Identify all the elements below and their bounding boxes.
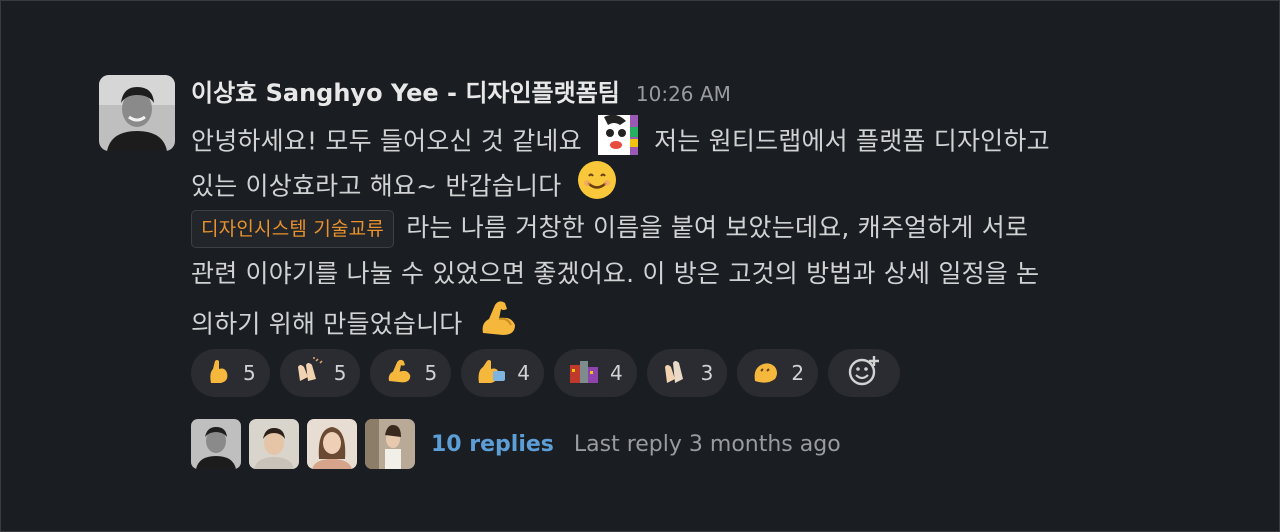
- message-header: 이상효 Sanghyo Yee - 디자인플랫폼팀 10:26 AM: [191, 73, 1191, 113]
- reaction-raised-hand[interactable]: 5: [191, 349, 270, 397]
- message-line: 있는 이상효라고 해요~ 반갑습니다: [191, 159, 1191, 205]
- reaction-count: 5: [424, 361, 438, 385]
- reaction-clapping-hands[interactable]: 5: [279, 349, 361, 397]
- thread-summary[interactable]: 10 replies Last reply 3 months ago: [191, 419, 841, 469]
- message-content: 이상효 Sanghyo Yee - 디자인플랫폼팀 10:26 AM 안녕하세요…: [191, 73, 1191, 343]
- reaction-count: 4: [609, 361, 623, 385]
- message-text: 의하기 위해 만들었습니다: [191, 309, 463, 339]
- participant-avatar: [191, 419, 241, 469]
- message-line: 의하기 위해 만들었습니다: [191, 297, 1191, 343]
- clapping-hands-emoji-icon: [294, 357, 324, 389]
- flexed-biceps-emoji-icon: [384, 357, 414, 389]
- wave-emoji-icon: [751, 357, 781, 389]
- reaction-flexed-biceps[interactable]: 5: [370, 349, 452, 397]
- message-line: 디자인시스템 기술교류 라는 나름 거창한 이름을 붙여 보았는데요, 캐주얼하…: [191, 205, 1191, 251]
- reaction-count: 5: [333, 361, 347, 385]
- reaction-waving-hand[interactable]: 4: [461, 349, 544, 397]
- message-text: 관련 이야기를 나눌 수 있었으면 좋겠어요. 이 방은 고것의 방법과 상세 …: [191, 259, 1040, 288]
- message-timestamp[interactable]: 10:26 AM: [636, 82, 731, 106]
- reaction-wave[interactable]: 2: [737, 349, 819, 397]
- building-emoji-icon: [568, 357, 600, 389]
- raised-hand-emoji-icon: [205, 357, 233, 389]
- sender-name[interactable]: 이상효 Sanghyo Yee - 디자인플랫폼팀: [191, 73, 620, 108]
- participant-avatar: [365, 419, 415, 469]
- flexed-biceps-icon: [477, 297, 519, 354]
- message-text: 저는 원티드랩에서 플랫폼 디자인하고: [654, 126, 1050, 156]
- channel-mention-chip[interactable]: 디자인시스템 기술교류: [191, 210, 395, 248]
- reaction-building[interactable]: 4: [553, 349, 637, 397]
- reaction-count: 2: [791, 361, 805, 385]
- message-line: 안녕하세요! 모두 들어오신 것 같네요 저는 원티드랩에서 플랫폼 디자인하고: [191, 113, 1191, 159]
- message-line: 관련 이야기를 나눌 수 있었으면 좋겠어요. 이 방은 고것의 방법과 상세 …: [191, 251, 1191, 297]
- participant-avatar: [307, 419, 357, 469]
- message-text: 라는 나름 거창한 이름을 붙여 보았는데요, 캐주얼하게 서로: [406, 213, 1029, 242]
- message-text: 안녕하세요! 모두 들어오신 것 같네요: [191, 126, 582, 156]
- waving-hand-emoji-icon: [475, 357, 507, 389]
- message-body: 안녕하세요! 모두 들어오신 것 같네요 저는 원티드랩에서 플랫폼 디자인하고…: [191, 113, 1191, 343]
- message-pane: 이상효 Sanghyo Yee - 디자인플랫폼팀 10:26 AM 안녕하세요…: [0, 0, 1280, 532]
- thread-last-reply: Last reply 3 months ago: [573, 431, 841, 457]
- add-reaction-button[interactable]: [828, 349, 901, 397]
- sender-avatar[interactable]: [99, 75, 175, 151]
- reaction-count: 3: [700, 361, 714, 385]
- reactions-bar: 5 5 5 4 4 3 2: [191, 349, 901, 397]
- reaction-clap[interactable]: 3: [646, 349, 728, 397]
- message-text: 있는 이상효라고 해요~ 반갑습니다: [191, 171, 562, 201]
- participant-avatar: [249, 419, 299, 469]
- reaction-count: 5: [243, 361, 256, 385]
- add-reaction-icon: [847, 354, 881, 392]
- reaction-count: 4: [517, 361, 530, 385]
- thread-replies-link[interactable]: 10 replies: [431, 432, 554, 457]
- clap-emoji-icon: [661, 357, 691, 389]
